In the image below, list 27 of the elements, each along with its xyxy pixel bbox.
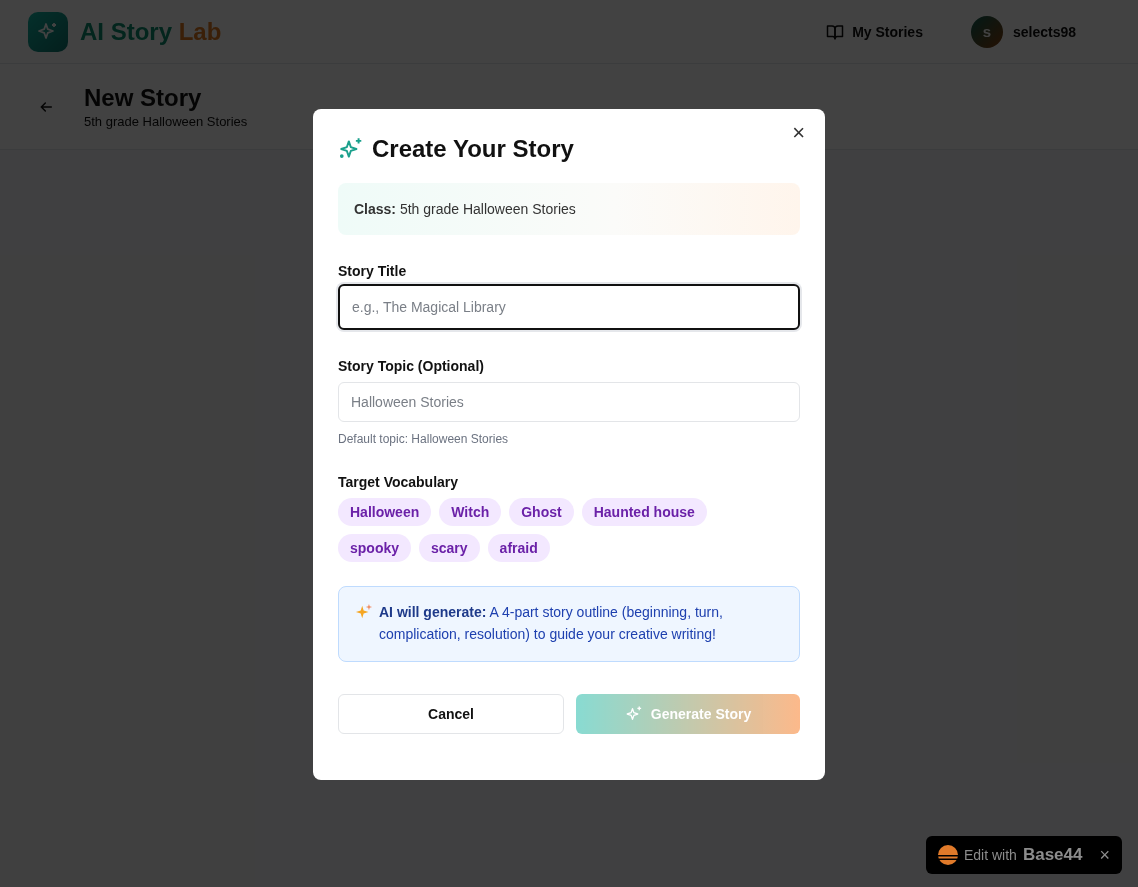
vocabulary-chip: Haunted house <box>581 498 707 526</box>
class-info: Class: 5th grade Halloween Stories <box>354 201 576 217</box>
badge-brand: Base44 <box>1022 845 1083 865</box>
vocabulary-chip: scary <box>419 534 480 562</box>
vocabulary-chip: afraid <box>487 534 550 562</box>
close-icon[interactable]: × <box>1099 844 1110 866</box>
page-title: New Story <box>84 84 203 112</box>
close-button[interactable]: × <box>788 121 809 145</box>
vocabulary-chip: Witch <box>439 498 502 526</box>
field-hint: Default topic: Halloween Stories <box>338 432 510 446</box>
vocabulary-chip: spooky <box>338 534 411 562</box>
sparkle-icon <box>624 705 643 723</box>
sun-logo-icon <box>938 845 958 865</box>
edit-with-badge[interactable]: Edit with Base44 × <box>926 836 1122 874</box>
field-label: Story Topic (Optional) <box>338 358 485 374</box>
app-name: AI Story Lab <box>80 17 222 46</box>
cancel-button[interactable]: Cancel <box>338 694 564 734</box>
badge-text: Edit with <box>964 847 1017 863</box>
username: selects98 <box>1012 23 1076 40</box>
section-label: Target Vocabulary <box>338 474 460 490</box>
dialog-title: Create Your Story <box>372 135 574 163</box>
page-subtitle: 5th grade Halloween Stories <box>84 114 248 129</box>
vocabulary-chip: Ghost <box>509 498 574 526</box>
vocabulary-chip: Halloween <box>338 498 432 526</box>
field-label: Story Title <box>338 263 408 279</box>
info-text: AI will generate: A 4-part story outline (beginning, turn, complication, resolution) to guide your creative writing! <box>379 603 724 644</box>
input-field[interactable]: e.g., The Magical Library <box>338 284 800 330</box>
